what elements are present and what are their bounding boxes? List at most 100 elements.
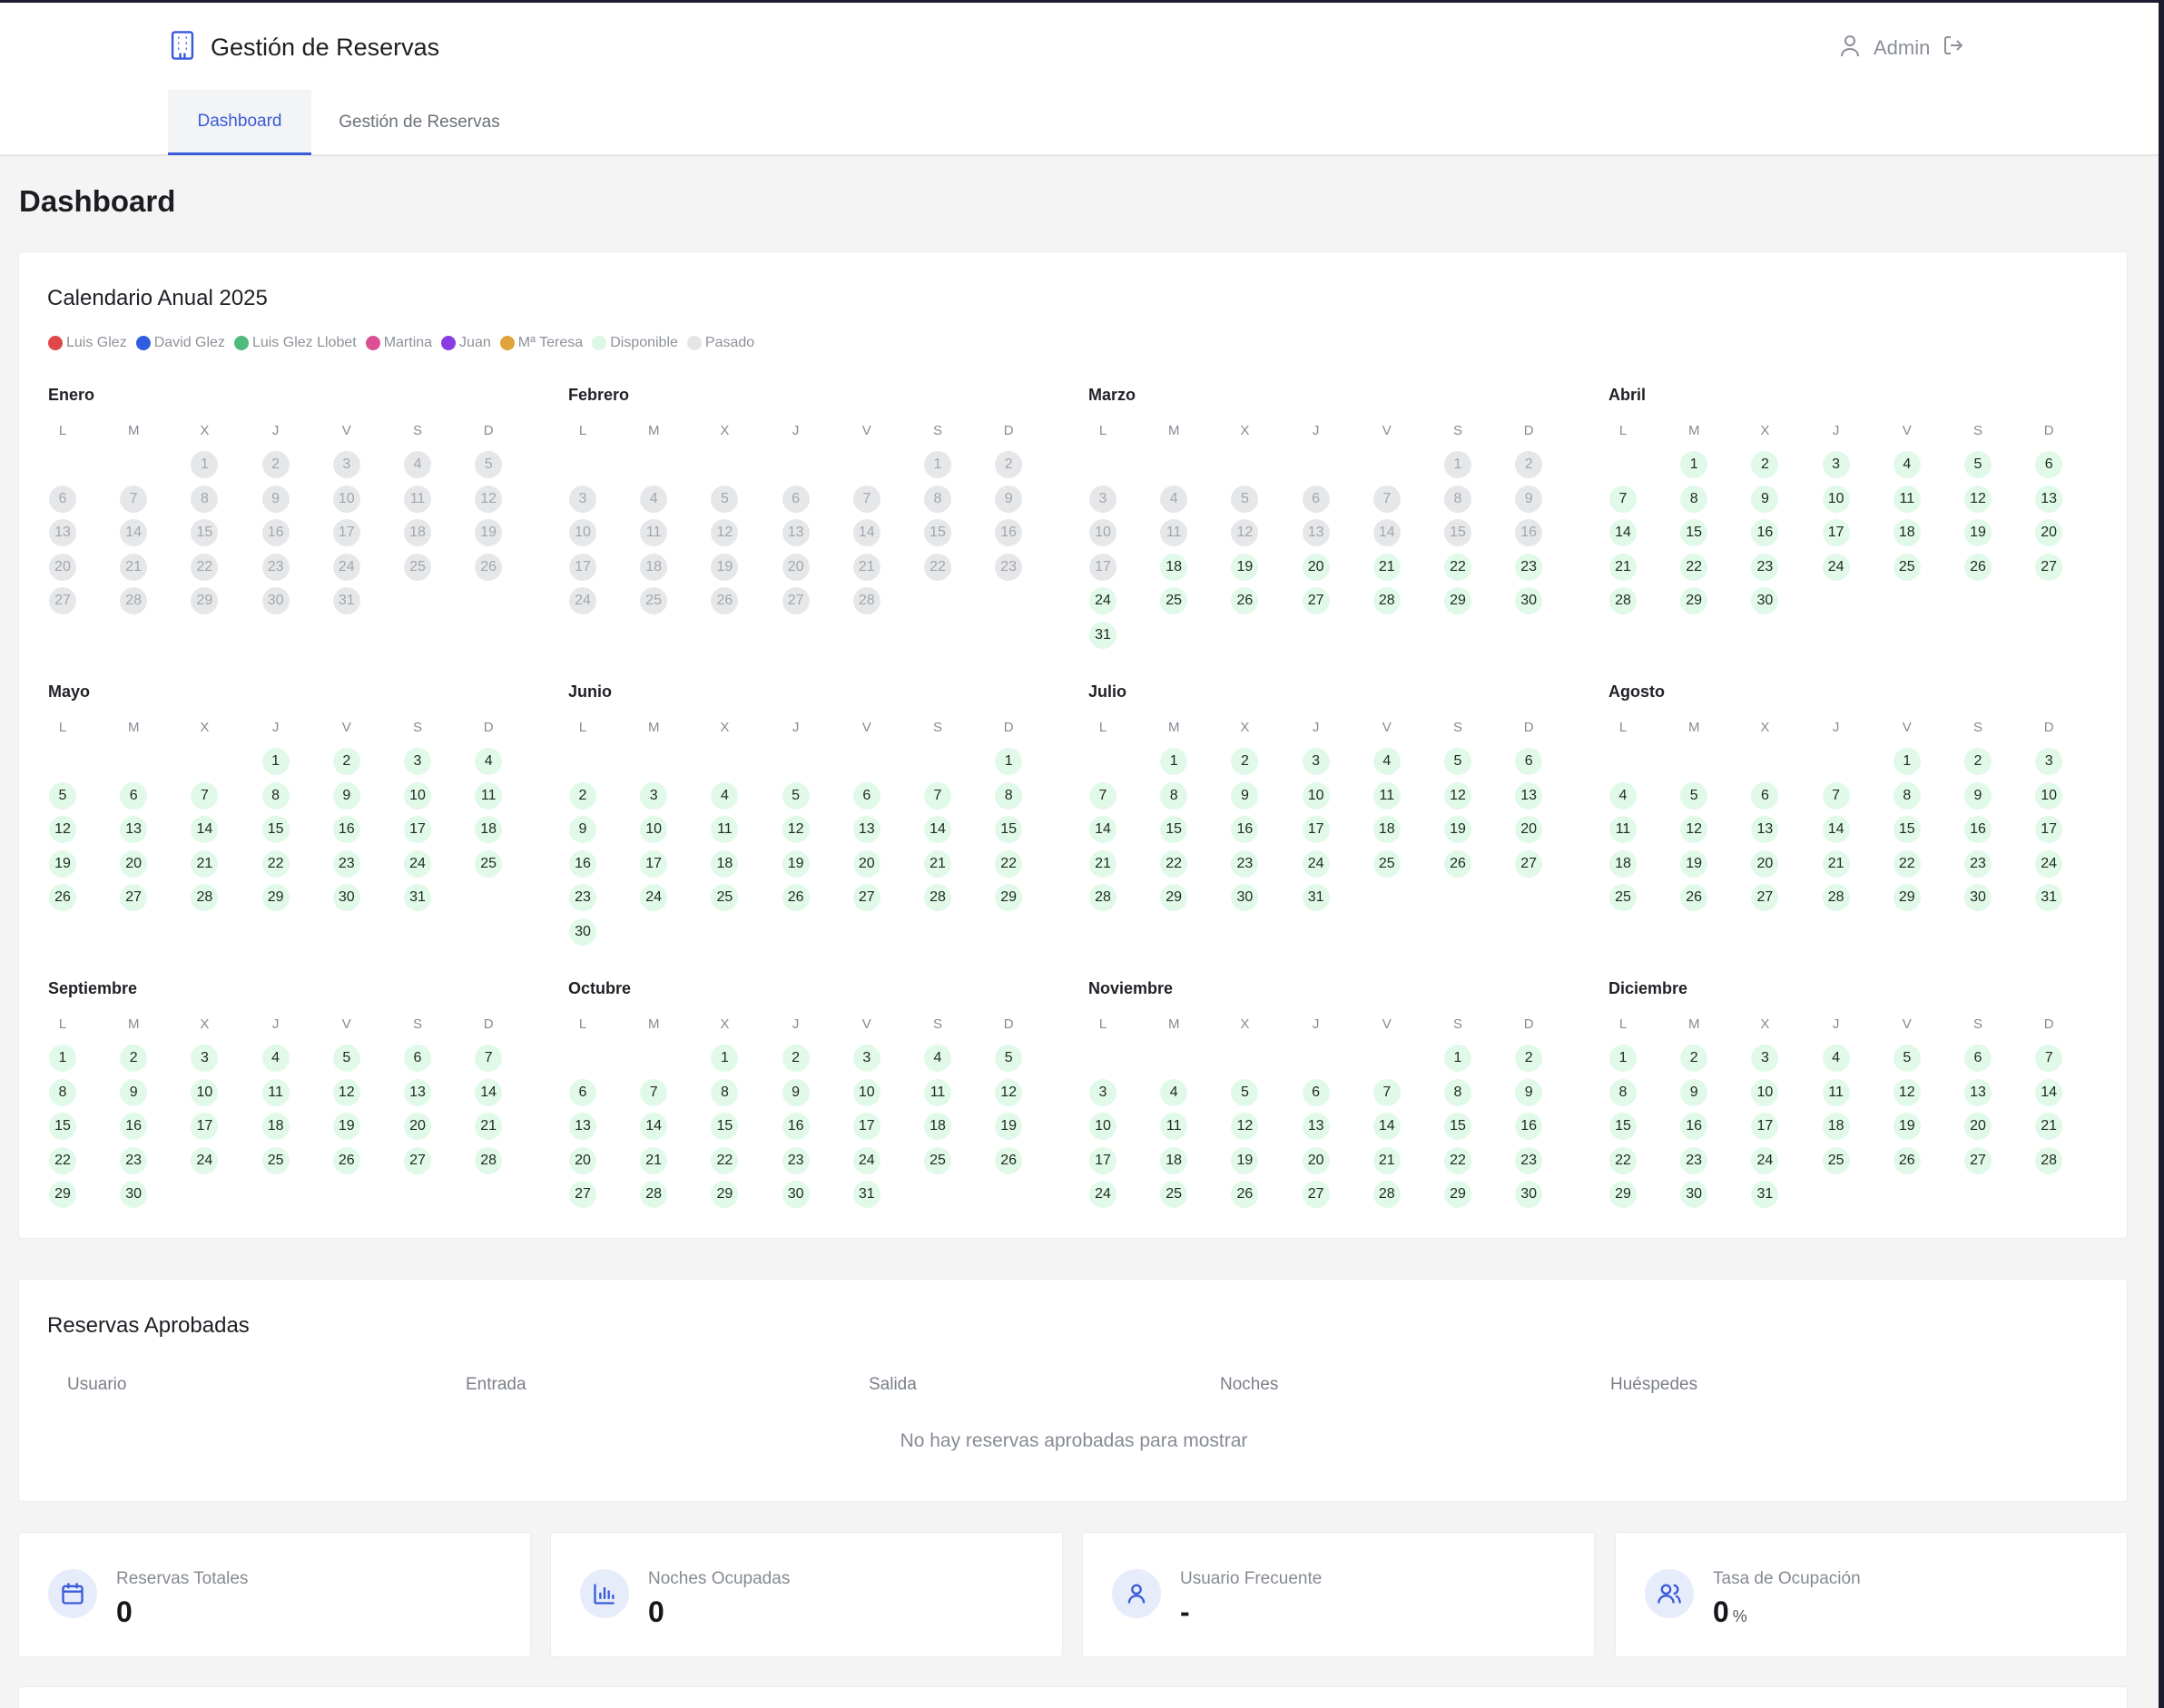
- calendar-day-available[interactable]: 21: [640, 1146, 668, 1174]
- calendar-day-available[interactable]: 10: [1751, 1078, 1779, 1106]
- calendar-day-available[interactable]: 27: [1302, 587, 1330, 614]
- calendar-day-available[interactable]: 24: [1089, 587, 1116, 614]
- tab-dashboard[interactable]: Dashboard: [168, 90, 311, 155]
- calendar-day-available[interactable]: 8: [261, 781, 290, 810]
- calendar-day-available[interactable]: 15: [1160, 816, 1188, 843]
- calendar-day-available[interactable]: 17: [2035, 816, 2063, 843]
- calendar-day-available[interactable]: 1: [1160, 748, 1188, 775]
- calendar-day-available[interactable]: 27: [1964, 1146, 1992, 1174]
- calendar-day-available[interactable]: 4: [1893, 451, 1921, 478]
- calendar-day-available[interactable]: 30: [332, 884, 360, 911]
- calendar-day-available[interactable]: 2: [569, 781, 596, 810]
- calendar-day-available[interactable]: 22: [1160, 849, 1188, 878]
- calendar-day-available[interactable]: 14: [191, 816, 219, 843]
- calendar-day-available[interactable]: 2: [782, 1045, 810, 1072]
- calendar-day-available[interactable]: 7: [191, 781, 219, 810]
- calendar-day-available[interactable]: 22: [49, 1146, 76, 1174]
- calendar-day-available[interactable]: 3: [640, 781, 668, 810]
- calendar-day-available[interactable]: 24: [191, 1146, 219, 1174]
- calendar-day-available[interactable]: 1: [1680, 451, 1708, 478]
- calendar-day-available[interactable]: 3: [404, 748, 431, 775]
- calendar-day-available[interactable]: 20: [852, 849, 880, 878]
- calendar-day-available[interactable]: 19: [782, 849, 810, 878]
- calendar-day-available[interactable]: 19: [1231, 553, 1259, 581]
- calendar-day-available[interactable]: 18: [1160, 553, 1188, 581]
- calendar-day-available[interactable]: 8: [49, 1078, 76, 1106]
- calendar-day-available[interactable]: 29: [1160, 884, 1188, 911]
- calendar-day-available[interactable]: 20: [1515, 816, 1543, 843]
- calendar-day-available[interactable]: 14: [1372, 1113, 1401, 1140]
- calendar-day-available[interactable]: 8: [1444, 1078, 1471, 1106]
- calendar-day-available[interactable]: 14: [1089, 816, 1116, 843]
- calendar-day-available[interactable]: 24: [1302, 849, 1330, 878]
- calendar-day-available[interactable]: 16: [1515, 1113, 1543, 1140]
- calendar-day-available[interactable]: 6: [404, 1045, 431, 1072]
- calendar-day-available[interactable]: 18: [924, 1113, 951, 1140]
- calendar-day-available[interactable]: 18: [475, 816, 503, 843]
- calendar-day-available[interactable]: 19: [1680, 849, 1708, 878]
- calendar-day-available[interactable]: 21: [2035, 1113, 2063, 1140]
- calendar-day-available[interactable]: 8: [1893, 781, 1921, 810]
- calendar-day-available[interactable]: 17: [1302, 816, 1330, 843]
- column-header-noches[interactable]: Noches: [1220, 1375, 1278, 1395]
- calendar-day-available[interactable]: 27: [1302, 1181, 1330, 1208]
- calendar-day-available[interactable]: 10: [1302, 781, 1330, 810]
- calendar-day-available[interactable]: 24: [1089, 1181, 1116, 1208]
- calendar-day-available[interactable]: 5: [1964, 451, 1992, 478]
- calendar-day-available[interactable]: 28: [475, 1146, 503, 1174]
- calendar-day-available[interactable]: 15: [995, 816, 1023, 843]
- calendar-day-available[interactable]: 31: [404, 884, 431, 911]
- calendar-day-available[interactable]: 17: [1751, 1113, 1779, 1140]
- calendar-day-available[interactable]: 9: [569, 816, 596, 843]
- calendar-day-available[interactable]: 2: [120, 1045, 148, 1072]
- calendar-day-available[interactable]: 3: [1089, 1078, 1116, 1106]
- calendar-day-available[interactable]: 21: [1372, 1146, 1401, 1174]
- calendar-day-available[interactable]: 21: [475, 1113, 503, 1140]
- calendar-day-available[interactable]: 22: [995, 849, 1023, 878]
- calendar-day-available[interactable]: 17: [404, 816, 431, 843]
- calendar-day-available[interactable]: 23: [782, 1146, 810, 1174]
- calendar-day-available[interactable]: 31: [1302, 884, 1330, 911]
- calendar-day-available[interactable]: 14: [1822, 816, 1850, 843]
- calendar-day-available[interactable]: 6: [1751, 781, 1779, 810]
- calendar-day-available[interactable]: 25: [1160, 1181, 1188, 1208]
- calendar-day-available[interactable]: 31: [2035, 884, 2063, 911]
- calendar-day-available[interactable]: 23: [569, 884, 596, 911]
- calendar-day-available[interactable]: 7: [1089, 781, 1116, 810]
- calendar-day-available[interactable]: 16: [1231, 816, 1259, 843]
- calendar-day-available[interactable]: 19: [995, 1113, 1023, 1140]
- calendar-day-available[interactable]: 13: [1964, 1078, 1992, 1106]
- calendar-day-available[interactable]: 30: [569, 918, 596, 946]
- calendar-day-available[interactable]: 13: [1751, 816, 1779, 843]
- calendar-day-available[interactable]: 13: [569, 1113, 596, 1140]
- calendar-day-available[interactable]: 11: [475, 781, 503, 810]
- calendar-day-available[interactable]: 2: [1964, 748, 1992, 775]
- calendar-day-available[interactable]: 23: [1515, 553, 1543, 581]
- calendar-day-available[interactable]: 5: [1680, 781, 1708, 810]
- calendar-day-available[interactable]: 15: [1444, 1113, 1471, 1140]
- calendar-day-available[interactable]: 5: [49, 781, 76, 810]
- calendar-day-available[interactable]: 9: [1964, 781, 1992, 810]
- calendar-day-available[interactable]: 27: [569, 1181, 596, 1208]
- calendar-day-available[interactable]: 12: [332, 1078, 360, 1106]
- calendar-day-available[interactable]: 5: [1444, 748, 1471, 775]
- calendar-day-available[interactable]: 12: [1964, 485, 1992, 513]
- calendar-day-available[interactable]: 26: [332, 1146, 360, 1174]
- calendar-day-available[interactable]: 5: [332, 1045, 360, 1072]
- calendar-day-available[interactable]: 21: [1372, 553, 1401, 581]
- calendar-day-available[interactable]: 14: [1609, 519, 1637, 546]
- calendar-day-available[interactable]: 29: [1444, 1181, 1471, 1208]
- calendar-day-available[interactable]: 7: [1372, 1078, 1401, 1106]
- calendar-day-available[interactable]: 21: [191, 849, 219, 878]
- calendar-day-available[interactable]: 25: [1372, 849, 1401, 878]
- column-header-salida[interactable]: Salida: [869, 1375, 917, 1395]
- calendar-day-available[interactable]: 25: [711, 884, 739, 911]
- calendar-day-available[interactable]: 8: [1160, 781, 1188, 810]
- calendar-day-available[interactable]: 12: [995, 1078, 1023, 1106]
- calendar-day-available[interactable]: 15: [1609, 1113, 1637, 1140]
- calendar-day-available[interactable]: 19: [49, 849, 76, 878]
- calendar-day-available[interactable]: 7: [2035, 1045, 2063, 1072]
- calendar-day-available[interactable]: 16: [1680, 1113, 1708, 1140]
- calendar-day-available[interactable]: 24: [404, 849, 431, 878]
- calendar-day-available[interactable]: 16: [782, 1113, 810, 1140]
